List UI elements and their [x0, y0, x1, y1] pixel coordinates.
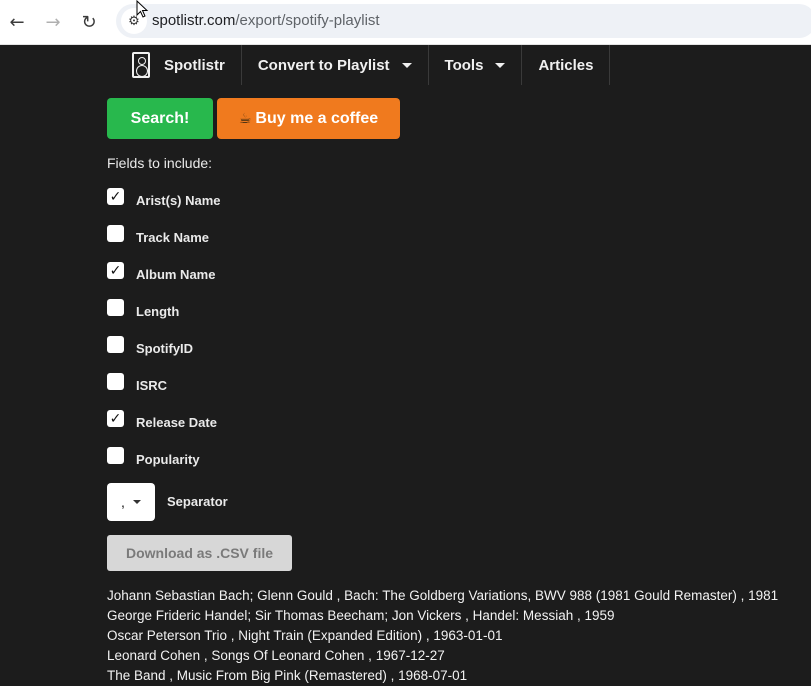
separator-select[interactable]: ,	[107, 483, 155, 521]
nav-brand[interactable]: Spotlistr	[116, 45, 242, 85]
field-label: Release Date	[136, 415, 217, 430]
fields-heading: Fields to include:	[107, 155, 213, 171]
separator-label: Separator	[167, 494, 228, 509]
field-label: Length	[136, 304, 180, 319]
field-label: Album Name	[136, 267, 216, 282]
mouse-cursor-icon	[136, 0, 149, 18]
coffee-cup-icon: ☕	[238, 110, 252, 127]
field-label: Track Name	[136, 230, 209, 245]
back-arrow-icon[interactable]: ←	[4, 9, 30, 35]
nav-item-label: Convert to Playlist	[257, 56, 390, 74]
nav-item-label: Articles	[538, 56, 594, 74]
nav-item-tools[interactable]: Tools	[429, 45, 523, 85]
checkbox-isrc[interactable]	[107, 373, 124, 390]
speaker-icon	[132, 52, 150, 78]
field-label: ISRC	[136, 378, 168, 393]
buy-coffee-button[interactable]: ☕ Buy me a coffee	[217, 98, 400, 139]
browser-toolbar: ← → ↻ ⚙ spotlistr.com/export/spotify-pla…	[0, 0, 811, 45]
url-domain: spotlistr.com	[152, 12, 236, 29]
url-path: /export/spotify-playlist	[235, 12, 380, 29]
checkbox-spotifyid[interactable]	[107, 336, 124, 353]
search-button[interactable]: Search!	[107, 98, 213, 139]
address-bar[interactable]: ⚙ spotlistr.com/export/spotify-playlist	[116, 4, 811, 38]
reload-icon[interactable]: ↻	[76, 9, 102, 35]
url-text[interactable]: spotlistr.com/export/spotify-playlist	[152, 12, 380, 29]
caret-down-icon	[401, 62, 412, 68]
site-navbar: Spotlistr Convert to Playlist Tools Arti…	[116, 45, 611, 85]
caret-down-icon	[133, 500, 141, 504]
checkbox-popularity[interactable]	[107, 447, 124, 464]
field-label: Popularity	[136, 452, 200, 467]
checkbox-album-name[interactable]: ✓	[107, 262, 124, 279]
nav-item-convert-to-playlist[interactable]: Convert to Playlist	[242, 45, 429, 85]
buy-coffee-label: Buy me a coffee	[255, 109, 379, 127]
forward-arrow-icon[interactable]: →	[40, 9, 66, 35]
nav-item-articles[interactable]: Articles	[522, 45, 611, 85]
output-line: Johann Sebastian Bach; Glenn Gould , Bac…	[107, 588, 779, 603]
checkbox-length[interactable]	[107, 299, 124, 316]
separator-value: ,	[121, 494, 125, 510]
output-line: George Frideric Handel; Sir Thomas Beech…	[107, 608, 615, 623]
nav-item-label: Tools	[444, 56, 484, 74]
download-csv-button[interactable]: Download as .CSV file	[107, 535, 292, 571]
checkbox-artist-name[interactable]: ✓	[107, 188, 124, 205]
field-label: Arist(s) Name	[136, 193, 221, 208]
output-line: The Band , Music From Big Pink (Remaster…	[107, 668, 468, 683]
field-label: SpotifyID	[136, 341, 194, 356]
brand-name: Spotlistr	[164, 56, 225, 74]
output-line: Oscar Peterson Trio , Night Train (Expan…	[107, 628, 503, 643]
csv-output: Johann Sebastian Bach; Glenn Gould , Bac…	[107, 586, 807, 686]
checkbox-release-date[interactable]: ✓	[107, 410, 124, 427]
output-line: Leonard Cohen , Songs Of Leonard Cohen ,…	[107, 648, 445, 663]
checkbox-track-name[interactable]	[107, 225, 124, 242]
caret-down-icon	[495, 62, 506, 68]
